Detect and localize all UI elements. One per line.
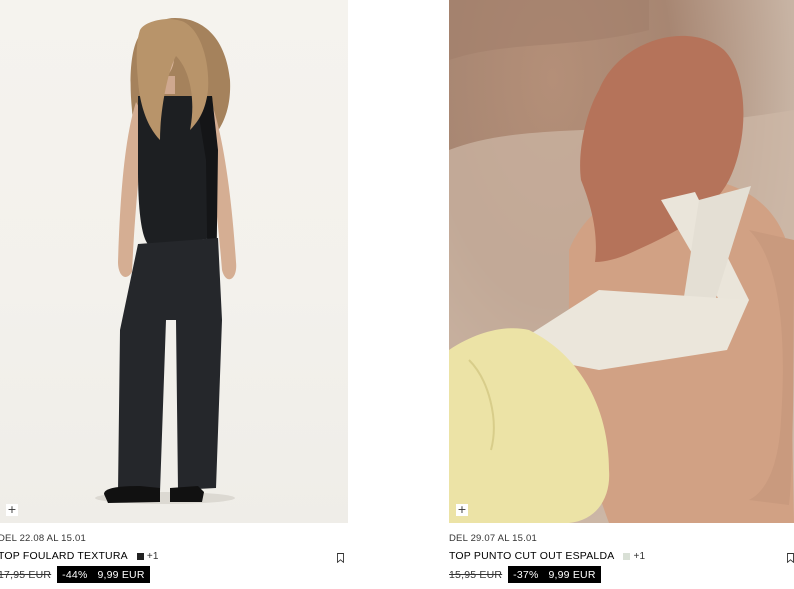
original-price: 17,95 EUR xyxy=(0,568,52,581)
price-row: 17,95 EUR -44% 9,99 EUR xyxy=(0,566,150,583)
price-row: 15,95 EUR -37% 9,99 EUR xyxy=(449,566,601,583)
product-info: DEL 22.08 AL 15.01 TOP FOULARD TEXTURA +… xyxy=(0,523,348,589)
color-swatch[interactable] xyxy=(623,552,631,560)
product-name[interactable]: TOP FOULARD TEXTURA xyxy=(0,550,128,562)
original-price: 15,95 EUR xyxy=(449,568,503,581)
product-name-row[interactable]: TOP FOULARD TEXTURA +1 xyxy=(0,550,159,562)
sale-badge: -44% 9,99 EUR xyxy=(57,566,150,583)
product-name-row[interactable]: TOP PUNTO CUT OUT ESPALDA +1 xyxy=(449,550,645,562)
product-info: DEL 29.07 AL 15.01 TOP PUNTO CUT OUT ESP… xyxy=(449,523,794,589)
color-swatch[interactable] xyxy=(136,552,144,560)
discount-percent: -37% xyxy=(513,568,539,581)
model-illustration xyxy=(95,18,237,504)
model-illustration xyxy=(449,0,794,523)
product-card[interactable]: + DEL 29.07 AL 15.01 TOP PUNTO CUT OUT E… xyxy=(449,0,794,589)
more-colors[interactable]: +1 xyxy=(147,551,159,562)
product-image[interactable]: + xyxy=(449,0,794,523)
product-image[interactable]: + xyxy=(0,0,348,523)
sale-price: 9,99 EUR xyxy=(97,568,145,581)
product-name[interactable]: TOP PUNTO CUT OUT ESPALDA xyxy=(449,550,614,562)
more-colors[interactable]: +1 xyxy=(633,551,645,562)
sale-badge: -37% 9,99 EUR xyxy=(508,566,601,583)
quick-add-button[interactable]: + xyxy=(456,504,468,516)
quick-add-button[interactable]: + xyxy=(6,504,18,516)
promo-dates: DEL 29.07 AL 15.01 xyxy=(449,533,537,544)
promo-dates: DEL 22.08 AL 15.01 xyxy=(0,533,86,544)
sale-price: 9,99 EUR xyxy=(548,568,596,581)
discount-percent: -44% xyxy=(62,568,88,581)
bookmark-icon[interactable] xyxy=(787,553,794,563)
bookmark-icon[interactable] xyxy=(337,553,344,563)
product-card[interactable]: + DEL 22.08 AL 15.01 TOP FOULARD TEXTURA… xyxy=(0,0,348,589)
